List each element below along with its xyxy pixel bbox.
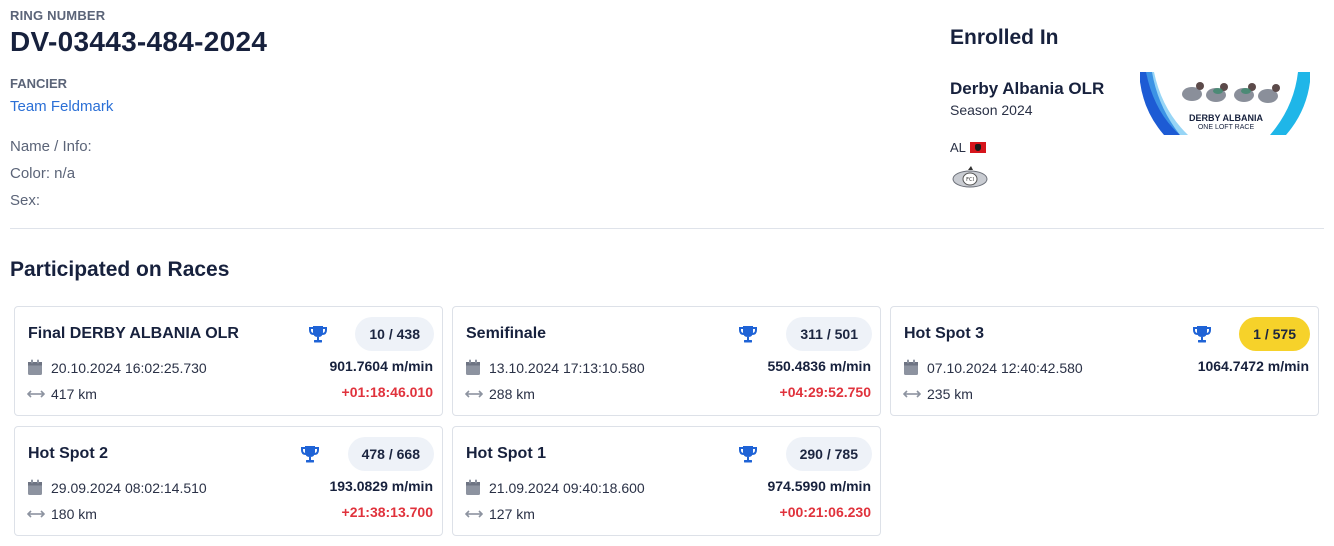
calendar-icon xyxy=(466,359,480,375)
distance-arrow-icon xyxy=(465,390,483,398)
race-date: 13.10.2024 17:13:10.580 xyxy=(489,359,645,376)
race-distance: 235 km xyxy=(927,386,973,402)
enrolled-race-name[interactable]: Derby Albania OLR xyxy=(950,79,1104,99)
svg-text:FCI: FCI xyxy=(966,177,974,183)
derby-albania-logo[interactable]: DERBY ALBANIA ONE LOFT RACE xyxy=(1140,72,1310,135)
race-distance: 180 km xyxy=(51,506,97,522)
trophy-icon xyxy=(739,326,757,343)
rank-badge: 290 / 785 xyxy=(785,437,872,471)
logo-subtitle-text: ONE LOFT RACE xyxy=(1198,124,1255,131)
race-distance: 417 km xyxy=(51,386,97,402)
race-time-diff: +00:21:06.230 xyxy=(779,504,871,520)
race-title[interactable]: Hot Spot 3 xyxy=(904,325,984,343)
race-speed: 193.0829 m/min xyxy=(329,478,433,494)
albania-flag-icon xyxy=(969,142,986,153)
rank-badge: 311 / 501 xyxy=(786,317,872,351)
race-card[interactable]: Hot Spot 2 478 / 668 29.09.2024 08:02:14… xyxy=(14,426,443,536)
enrolled-title: Enrolled In xyxy=(950,26,1059,49)
color-info: Color: n/a xyxy=(10,165,76,182)
federation-logo-icon: FCI xyxy=(952,166,988,188)
race-speed: 901.7604 m/min xyxy=(329,358,433,374)
calendar-icon xyxy=(904,359,918,375)
race-title[interactable]: Hot Spot 1 xyxy=(466,445,546,463)
race-card[interactable]: Hot Spot 3 1 / 575 07.10.2024 12:40:42.5… xyxy=(890,306,1319,416)
race-date: 21.09.2024 09:40:18.600 xyxy=(489,479,645,496)
race-card[interactable]: Semifinale 311 / 501 13.10.2024 17:13:10… xyxy=(452,306,881,416)
race-title[interactable]: Final DERBY ALBANIA OLR xyxy=(28,325,239,343)
country-code: AL xyxy=(950,140,966,155)
rank-badge: 1 / 575 xyxy=(1239,317,1310,351)
trophy-icon xyxy=(739,446,757,463)
race-date-row: 13.10.2024 17:13:10.580 xyxy=(465,359,645,376)
race-distance: 288 km xyxy=(489,386,535,402)
race-title[interactable]: Hot Spot 2 xyxy=(28,445,108,463)
race-distance-row: 180 km xyxy=(27,506,97,522)
calendar-icon xyxy=(466,479,480,495)
rank-badge: 10 / 438 xyxy=(355,317,434,351)
trophy-icon xyxy=(1193,326,1211,343)
race-date-row: 21.09.2024 09:40:18.600 xyxy=(465,479,645,496)
race-distance-row: 235 km xyxy=(903,386,973,402)
race-card[interactable]: Final DERBY ALBANIA OLR 10 / 438 20.10.2… xyxy=(14,306,443,416)
race-distance-row: 288 km xyxy=(465,386,535,402)
logo-title-text: DERBY ALBANIA xyxy=(1189,113,1264,123)
distance-arrow-icon xyxy=(903,390,921,398)
race-speed: 974.5990 m/min xyxy=(767,478,871,494)
country: AL xyxy=(950,140,986,155)
sex-info: Sex: xyxy=(10,192,41,209)
race-date-row: 20.10.2024 16:02:25.730 xyxy=(27,359,207,376)
trophy-icon xyxy=(301,446,319,463)
rank-badge: 478 / 668 xyxy=(347,437,434,471)
race-date-row: 07.10.2024 12:40:42.580 xyxy=(903,359,1083,376)
ring-number: DV-03443-484-2024 xyxy=(10,26,268,57)
race-distance-row: 127 km xyxy=(465,506,535,522)
trophy-icon xyxy=(309,326,327,343)
distance-arrow-icon xyxy=(27,390,45,398)
race-date: 20.10.2024 16:02:25.730 xyxy=(51,359,207,376)
race-card[interactable]: Hot Spot 1 290 / 785 21.09.2024 09:40:18… xyxy=(452,426,881,536)
distance-arrow-icon xyxy=(27,510,45,518)
race-date: 29.09.2024 08:02:14.510 xyxy=(51,479,207,496)
races-section-title: Participated on Races xyxy=(10,258,230,281)
race-date-row: 29.09.2024 08:02:14.510 xyxy=(27,479,207,496)
bird-header: RING NUMBER DV-03443-484-2024 FANCIER Te… xyxy=(0,0,1334,230)
race-speed: 1064.7472 m/min xyxy=(1197,358,1309,374)
race-speed: 550.4836 m/min xyxy=(767,358,871,374)
race-time-diff: +04:29:52.750 xyxy=(779,384,871,400)
distance-arrow-icon xyxy=(465,510,483,518)
section-divider xyxy=(10,228,1324,229)
race-title[interactable]: Semifinale xyxy=(466,325,546,343)
enrolled-season: Season 2024 xyxy=(950,102,1033,118)
race-time-diff: +01:18:46.010 xyxy=(341,384,433,400)
race-distance: 127 km xyxy=(489,506,535,522)
name-info: Name / Info: xyxy=(10,138,92,155)
ring-number-label: RING NUMBER xyxy=(10,8,106,23)
calendar-icon xyxy=(28,359,42,375)
fancier-link[interactable]: Team Feldmark xyxy=(10,98,113,115)
race-distance-row: 417 km xyxy=(27,386,97,402)
race-time-diff: +21:38:13.700 xyxy=(341,504,433,520)
race-date: 07.10.2024 12:40:42.580 xyxy=(927,359,1083,376)
fancier-label: FANCIER xyxy=(10,76,68,91)
calendar-icon xyxy=(28,479,42,495)
